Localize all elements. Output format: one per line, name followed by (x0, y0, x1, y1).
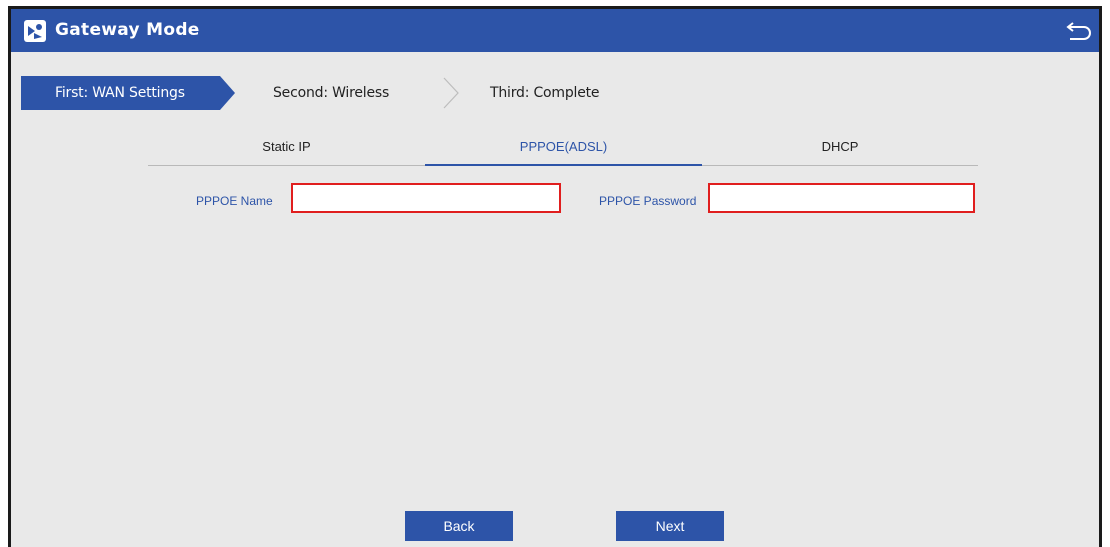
pppoe-name-label: PPPOE Name (196, 194, 273, 208)
tab-pppoe[interactable]: PPPOE(ADSL) (425, 135, 702, 166)
pppoe-name-input[interactable] (291, 183, 561, 213)
step-wan-settings[interactable]: First: WAN Settings (21, 76, 235, 110)
step-wireless[interactable]: Second: Wireless (273, 76, 389, 110)
next-button[interactable]: Next (616, 511, 724, 541)
tab-static-ip[interactable]: Static IP (148, 135, 425, 165)
app-window: Gateway Mode First: WAN Settings Second:… (8, 6, 1102, 547)
pppoe-password-label: PPPOE Password (599, 194, 697, 208)
connection-type-tabs: Static IP PPPOE(ADSL) DHCP (148, 135, 978, 166)
pppoe-password-input[interactable] (708, 183, 975, 213)
title-bar: Gateway Mode (11, 9, 1099, 52)
step-complete[interactable]: Third: Complete (490, 76, 600, 110)
tab-dhcp[interactable]: DHCP (702, 135, 978, 165)
chevron-right-icon (443, 77, 459, 109)
router-icon (24, 20, 46, 42)
return-arrow-icon[interactable] (1065, 18, 1093, 44)
window-title: Gateway Mode (55, 20, 200, 40)
wizard-steps: First: WAN Settings Second: Wireless Thi… (21, 76, 721, 110)
back-button[interactable]: Back (405, 511, 513, 541)
